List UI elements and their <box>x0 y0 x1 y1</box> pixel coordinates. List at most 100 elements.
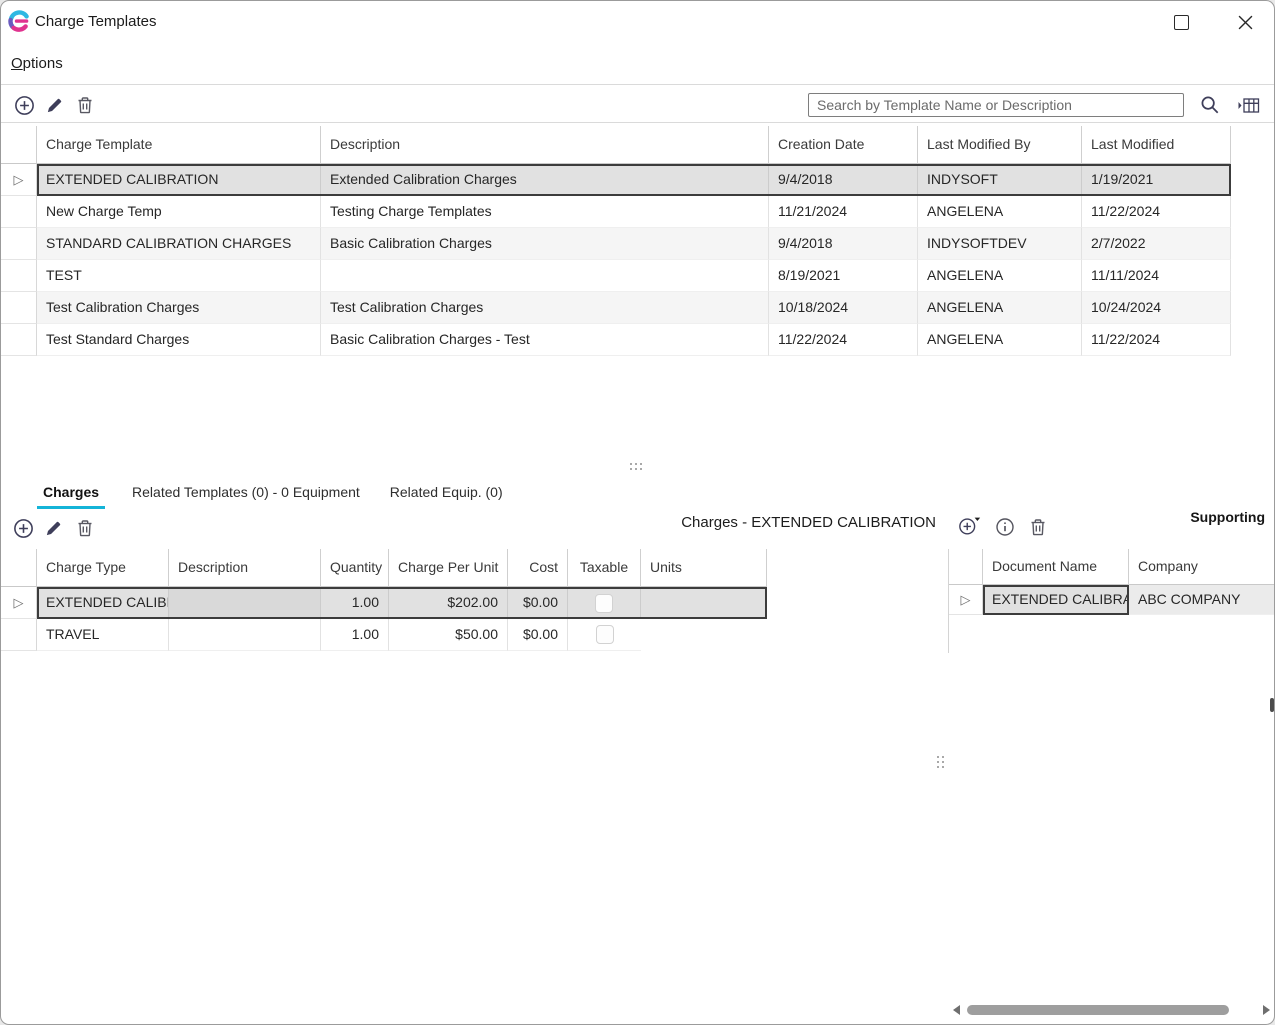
cell-description[interactable]: Basic Calibration Charges <box>321 228 769 260</box>
delete-document-button[interactable] <box>1026 515 1050 539</box>
cell-charge-template[interactable]: Test Standard Charges <box>37 324 321 356</box>
table-row[interactable]: Test Standard Charges Basic Calibration … <box>1 324 1231 356</box>
cell-company[interactable]: ABC COMPANY <box>1129 585 1274 615</box>
row-selector-cell[interactable]: ▷ <box>1 164 37 196</box>
col-header-charge-per-unit[interactable]: Charge Per Unit <box>389 549 508 587</box>
row-selector-cell[interactable] <box>1 292 37 324</box>
cell-description[interactable] <box>321 260 769 292</box>
col-header-company[interactable]: Company <box>1129 549 1274 585</box>
cell-last-modified[interactable]: 1/19/2021 <box>1082 164 1231 196</box>
cell-creation-date[interactable]: 10/18/2024 <box>769 292 918 324</box>
row-selector-cell[interactable] <box>1 260 37 292</box>
cell-description[interactable]: Testing Charge Templates <box>321 196 769 228</box>
table-row[interactable]: TEST 8/19/2021 ANGELENA 11/11/2024 <box>1 260 1231 292</box>
delete-charge-button[interactable] <box>73 516 97 540</box>
cell-last-modified-by[interactable]: ANGELENA <box>918 324 1082 356</box>
taxable-checkbox[interactable] <box>596 625 614 644</box>
cell-last-modified[interactable]: 11/22/2024 <box>1082 196 1231 228</box>
row-selector-cell[interactable]: ▷ <box>949 585 983 615</box>
table-row[interactable]: STANDARD CALIBRATION CHARGES Basic Calib… <box>1 228 1231 260</box>
row-selector-cell[interactable] <box>1 619 37 651</box>
col-header-charge-template[interactable]: Charge Template <box>37 126 321 164</box>
vertical-splitter[interactable] <box>937 756 944 768</box>
cell-description[interactable]: Extended Calibration Charges <box>321 164 769 196</box>
tab-related-templates[interactable]: Related Templates (0) - 0 Equipment <box>117 479 375 509</box>
cell-units[interactable] <box>641 619 767 651</box>
col-header-creation-date[interactable]: Creation Date <box>769 126 918 164</box>
scrollbar-thumb[interactable] <box>967 1005 1229 1015</box>
cell-description[interactable]: Basic Calibration Charges - Test <box>321 324 769 356</box>
row-selector-cell[interactable] <box>1 324 37 356</box>
col-header-quantity[interactable]: Quantity <box>321 549 389 587</box>
cell-last-modified-by[interactable]: ANGELENA <box>918 260 1082 292</box>
col-header-units[interactable]: Units <box>641 549 767 587</box>
col-header-cost[interactable]: Cost <box>508 549 568 587</box>
col-header-document-name[interactable]: Document Name <box>983 549 1129 585</box>
cell-last-modified[interactable]: 2/7/2022 <box>1082 228 1231 260</box>
table-row[interactable]: New Charge Temp Testing Charge Templates… <box>1 196 1231 228</box>
col-header-description[interactable]: Description <box>321 126 769 164</box>
row-selector-cell[interactable] <box>1 228 37 260</box>
table-row[interactable]: Test Calibration Charges Test Calibratio… <box>1 292 1231 324</box>
cell-last-modified-by[interactable]: ANGELENA <box>918 292 1082 324</box>
menu-options[interactable]: Options <box>11 47 63 81</box>
row-selector-cell[interactable]: ▷ <box>1 587 37 619</box>
cell-creation-date[interactable]: 11/22/2024 <box>769 324 918 356</box>
cell-charge-per-unit[interactable]: $202.00 <box>389 587 508 619</box>
taxable-checkbox[interactable] <box>595 594 613 613</box>
col-header-last-modified-by[interactable]: Last Modified By <box>918 126 1082 164</box>
scroll-right-arrow[interactable] <box>1259 1003 1273 1017</box>
table-row[interactable]: ▷ EXTENDED CALIBR 1.00 $202.00 $0.00 <box>1 587 767 619</box>
cell-last-modified-by[interactable]: INDYSOFTDEV <box>918 228 1082 260</box>
column-chooser-icon[interactable] <box>1237 93 1261 117</box>
cell-creation-date[interactable]: 9/4/2018 <box>769 228 918 260</box>
cell-creation-date[interactable]: 9/4/2018 <box>769 164 918 196</box>
edit-charge-button[interactable] <box>41 516 65 540</box>
col-header-description[interactable]: Description <box>169 549 321 587</box>
vertical-scrollbar-thumb[interactable] <box>1270 698 1274 712</box>
cell-creation-date[interactable]: 11/21/2024 <box>769 196 918 228</box>
document-info-button[interactable] <box>993 515 1017 539</box>
cell-charge-type[interactable]: TRAVEL <box>37 619 169 651</box>
cell-last-modified-by[interactable]: ANGELENA <box>918 196 1082 228</box>
add-document-button[interactable] <box>958 513 982 537</box>
cell-charge-template[interactable]: Test Calibration Charges <box>37 292 321 324</box>
cell-quantity[interactable]: 1.00 <box>321 619 389 651</box>
delete-template-button[interactable] <box>73 93 97 117</box>
cell-charge-type[interactable]: EXTENDED CALIBR <box>37 587 169 619</box>
row-selector-cell[interactable] <box>1 196 37 228</box>
col-header-charge-type[interactable]: Charge Type <box>37 549 169 587</box>
add-charge-button[interactable] <box>11 516 35 540</box>
table-row[interactable]: ▷ EXTENDED CALIBRATI ABC COMPANY <box>949 585 1274 615</box>
cell-units[interactable] <box>641 587 767 619</box>
table-row[interactable]: TRAVEL 1.00 $50.00 $0.00 <box>1 619 767 651</box>
search-input[interactable] <box>808 93 1184 117</box>
search-icon[interactable] <box>1198 93 1222 117</box>
add-template-button[interactable] <box>12 93 36 117</box>
horizontal-splitter[interactable] <box>630 463 642 470</box>
cell-charge-template[interactable]: TEST <box>37 260 321 292</box>
cell-last-modified-by[interactable]: INDYSOFT <box>918 164 1082 196</box>
cell-cost[interactable]: $0.00 <box>508 587 568 619</box>
cell-charge-template[interactable]: EXTENDED CALIBRATION <box>37 164 321 196</box>
cell-document-name[interactable]: EXTENDED CALIBRATI <box>983 585 1129 615</box>
scrollbar-track[interactable] <box>967 1005 1255 1015</box>
maximize-button[interactable] <box>1158 7 1204 37</box>
cell-charge-template[interactable]: New Charge Temp <box>37 196 321 228</box>
cell-last-modified[interactable]: 11/11/2024 <box>1082 260 1231 292</box>
tab-charges[interactable]: Charges <box>37 479 105 509</box>
col-header-taxable[interactable]: Taxable <box>568 549 641 587</box>
cell-creation-date[interactable]: 8/19/2021 <box>769 260 918 292</box>
tab-related-equip[interactable]: Related Equip. (0) <box>375 479 518 509</box>
edit-template-button[interactable] <box>42 93 66 117</box>
table-row[interactable]: ▷ EXTENDED CALIBRATION Extended Calibrat… <box>1 164 1231 196</box>
cell-charge-per-unit[interactable]: $50.00 <box>389 619 508 651</box>
cell-last-modified[interactable]: 11/22/2024 <box>1082 324 1231 356</box>
scroll-left-arrow[interactable] <box>949 1003 963 1017</box>
col-header-last-modified[interactable]: Last Modified <box>1082 126 1231 164</box>
close-button[interactable] <box>1222 7 1268 37</box>
horizontal-scrollbar[interactable] <box>949 1001 1273 1019</box>
cell-description[interactable] <box>169 619 321 651</box>
cell-last-modified[interactable]: 10/24/2024 <box>1082 292 1231 324</box>
cell-quantity[interactable]: 1.00 <box>321 587 389 619</box>
